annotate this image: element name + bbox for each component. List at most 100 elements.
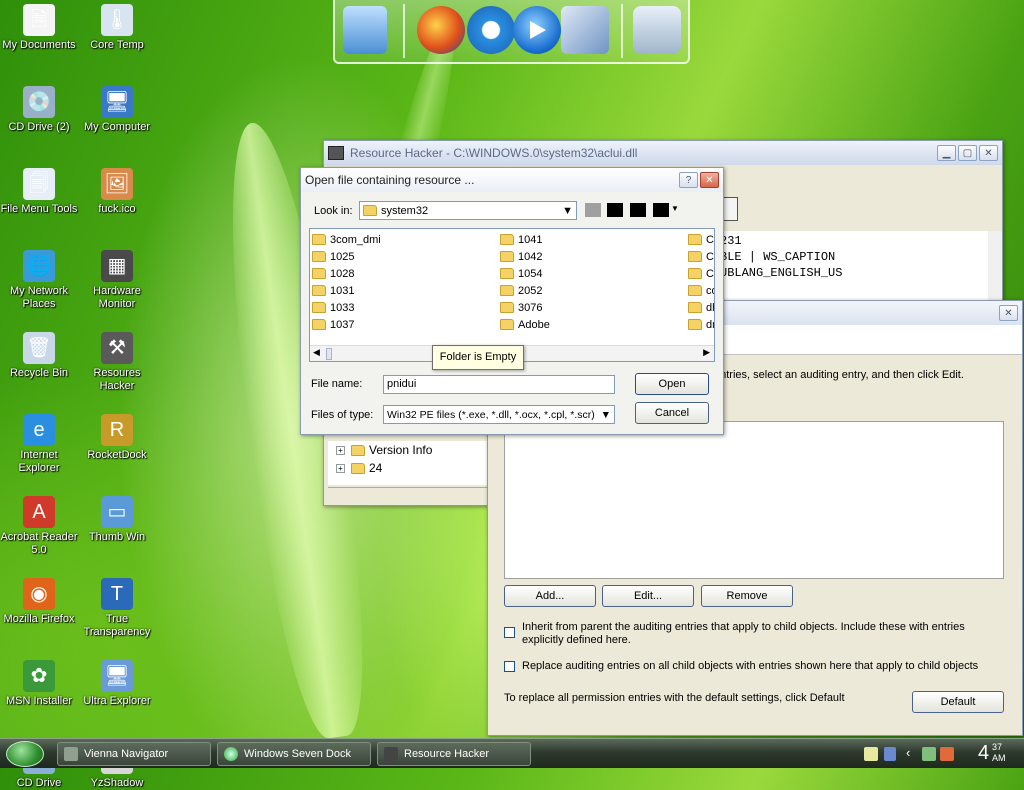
- desktop-icon-label: Acrobat Reader 5.0: [0, 531, 78, 556]
- open-dialog-titlebar[interactable]: Open file containing resource ... ? ✕: [301, 168, 723, 192]
- files-of-type-select[interactable]: Win32 PE files (*.exe, *.dll, *.ocx, *.c…: [383, 405, 615, 424]
- replace-checkbox[interactable]: [504, 661, 515, 672]
- tree-item-24[interactable]: + 24: [328, 459, 488, 477]
- file-list-item[interactable]: 1041: [500, 231, 550, 248]
- look-in-select[interactable]: system32 ▼: [359, 201, 577, 220]
- taskbar-item-vienna-navigator[interactable]: Vienna Navigator: [57, 742, 211, 766]
- scroll-thumb[interactable]: [326, 348, 332, 360]
- inherit-checkbox[interactable]: [504, 627, 515, 638]
- tree-item-version-info[interactable]: + Version Info: [328, 441, 488, 459]
- media-player-icon[interactable]: [513, 6, 561, 54]
- desktop-icon-acrobat-reader-5-0[interactable]: A Acrobat Reader 5.0: [0, 496, 78, 557]
- desktop-icon-my-computer[interactable]: 🖥 My Computer: [78, 86, 156, 134]
- monitor-icon[interactable]: [343, 6, 387, 54]
- desktop-icon-recycle-bin[interactable]: 🗑 Recycle Bin: [0, 332, 78, 380]
- tray-app-icon[interactable]: [922, 747, 936, 761]
- replace-label: Replace auditing entries on all child ob…: [522, 660, 979, 672]
- folder-icon: [351, 462, 365, 474]
- desktop-icon-hardware-monitor[interactable]: ▦ Hardware Monitor: [78, 250, 156, 311]
- desktop-icon-cd-drive-2-[interactable]: 💿 CD Drive (2): [0, 86, 78, 134]
- scroll-left-icon[interactable]: ◀: [313, 347, 320, 358]
- desktop-icon-my-documents[interactable]: 🗎 My Documents: [0, 4, 78, 52]
- editor-scrollbar[interactable]: [988, 231, 1002, 303]
- file-list-item[interactable]: co: [688, 282, 714, 299]
- file-list[interactable]: 3com_dmi 1025 1028 1031 1033 1037 1041 1042 105…: [309, 228, 715, 362]
- file-list-item[interactable]: Adobe: [500, 316, 550, 333]
- desktop-icon-fuck-ico[interactable]: 🖼 fuck.ico: [78, 168, 156, 216]
- file-list-item[interactable]: dh: [688, 299, 714, 316]
- desktop-icon-label: MSN Installer: [5, 695, 73, 707]
- desktop-icon-resoures-hacker[interactable]: ⚒ Resoures Hacker: [78, 332, 156, 393]
- desktop-icon-rocketdock[interactable]: R RocketDock: [78, 414, 156, 462]
- file-list-item-label: 2052: [518, 284, 543, 297]
- file-list-item[interactable]: 2052: [500, 282, 550, 299]
- desktop-icon-ultra-explorer[interactable]: 🖥 Ultra Explorer: [78, 660, 156, 708]
- file-list-item-label: 1028: [330, 267, 355, 280]
- close-button[interactable]: ✕: [700, 172, 719, 188]
- auditing-entries-list[interactable]: [504, 421, 1004, 579]
- code-line: UBLANG_ENGLISH_US: [720, 266, 843, 280]
- desktop-icon-label: CD Drive: [16, 777, 62, 789]
- start-button[interactable]: [6, 741, 44, 767]
- desktop-icon-mozilla-firefox[interactable]: ◉ Mozilla Firefox: [0, 578, 78, 626]
- remove-button[interactable]: Remove: [701, 585, 793, 607]
- help-icon[interactable]: [864, 747, 878, 761]
- system-tray: ‹ 4 37 AM: [854, 739, 1024, 769]
- chevron-left-icon[interactable]: ‹: [906, 745, 910, 760]
- file-list-item[interactable]: 1042: [500, 248, 550, 265]
- desktop-icon-file-menu-tools[interactable]: 🗐 File Menu Tools: [0, 168, 78, 216]
- desktop-icon-my-network-places[interactable]: 🌐 My Network Places: [0, 250, 78, 311]
- taskbar-item-resource-hacker[interactable]: Resource Hacker: [377, 742, 531, 766]
- close-button[interactable]: ✕: [999, 305, 1018, 321]
- desktop-icon-true-transparency[interactable]: T True Transparency: [78, 578, 156, 639]
- cancel-button[interactable]: Cancel: [635, 402, 709, 424]
- expand-icon[interactable]: +: [336, 445, 345, 455]
- default-button[interactable]: Default: [912, 691, 1004, 713]
- desktop-icon-thumb-win[interactable]: ▭ Thumb Win: [78, 496, 156, 544]
- resource-script-editor[interactable]: 231 BLE | WS_CAPTION UBLANG_ENGLISH_US: [716, 231, 988, 303]
- app-icon: 🗑: [23, 332, 55, 364]
- file-list-item[interactable]: dr: [688, 316, 714, 333]
- up-folder-icon[interactable]: [607, 203, 623, 217]
- minimize-button[interactable]: ▁: [937, 145, 956, 161]
- resource-tree[interactable]: + Version Info + 24: [328, 441, 488, 485]
- file-list-item[interactable]: 1028: [312, 265, 381, 282]
- back-icon[interactable]: [585, 203, 601, 217]
- file-list-item[interactable]: 1033: [312, 299, 381, 316]
- edit-button[interactable]: Edit...: [602, 585, 694, 607]
- desktop-icon-core-temp[interactable]: 🌡 Core Temp: [78, 4, 156, 52]
- firefox-icon[interactable]: [417, 6, 465, 54]
- volume-icon[interactable]: [884, 747, 896, 761]
- add-button[interactable]: Add...: [504, 585, 596, 607]
- file-list-item[interactable]: 1054: [500, 265, 550, 282]
- view-menu-icon[interactable]: [653, 203, 669, 217]
- maximize-button[interactable]: ▢: [958, 145, 977, 161]
- file-list-item-label: Cc: [706, 267, 714, 280]
- file-list-item[interactable]: 1025: [312, 248, 381, 265]
- recycle-bin-icon[interactable]: [633, 6, 681, 54]
- file-name-input[interactable]: pnidui: [383, 375, 615, 394]
- desktop-icon-internet-explorer[interactable]: e Internet Explorer: [0, 414, 78, 475]
- file-list-item[interactable]: 3076: [500, 299, 550, 316]
- internet-explorer-icon[interactable]: [467, 6, 515, 54]
- file-list-item[interactable]: Cc: [688, 265, 714, 282]
- taskbar-item-windows-seven-dock[interactable]: Windows Seven Dock: [217, 742, 371, 766]
- file-list-item[interactable]: Ca: [688, 231, 714, 248]
- open-button[interactable]: Open: [635, 373, 709, 395]
- help-button[interactable]: ?: [679, 172, 698, 188]
- desktop-icon-label: Thumb Win: [88, 531, 146, 543]
- windows-seven-dock: [333, 0, 690, 64]
- file-list-item[interactable]: 1031: [312, 282, 381, 299]
- desktop-icon-msn-installer[interactable]: ✿ MSN Installer: [0, 660, 78, 708]
- scroll-right-icon[interactable]: ▶: [703, 347, 710, 358]
- file-list-item[interactable]: 3com_dmi: [312, 231, 381, 248]
- file-list-item[interactable]: Ca: [688, 248, 714, 265]
- tray-app-icon[interactable]: [940, 747, 954, 761]
- app-icon: 🖼: [101, 168, 133, 200]
- control-panel-icon[interactable]: [561, 6, 609, 54]
- close-button[interactable]: ✕: [979, 145, 998, 161]
- resource-hacker-titlebar[interactable]: Resource Hacker - C:\WINDOWS.0\system32\…: [324, 141, 1002, 165]
- new-folder-icon[interactable]: [630, 203, 646, 217]
- expand-icon[interactable]: +: [336, 463, 345, 473]
- file-list-item[interactable]: 1037: [312, 316, 381, 333]
